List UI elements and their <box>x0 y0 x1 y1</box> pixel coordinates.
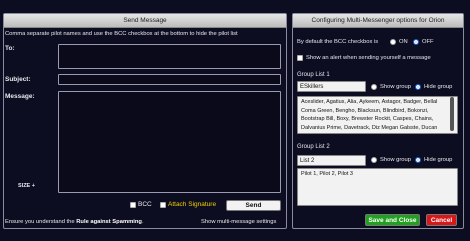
group1-show-label: Show group <box>380 84 411 90</box>
group2-hide-radio[interactable] <box>415 157 421 163</box>
group1-members-field[interactable]: Aceslider, Agatius, Alia, Aykeem, Astago… <box>297 96 458 134</box>
group2-show-radio[interactable] <box>371 157 377 163</box>
send-button[interactable]: Send <box>226 200 281 211</box>
group1-title: Group List 1 <box>297 72 330 78</box>
group2-hide-label: Hide group <box>424 157 453 163</box>
to-label: To: <box>5 45 15 52</box>
group1-name-field[interactable]: ESkillers <box>297 81 366 92</box>
group2-title: Group List 2 <box>297 144 330 150</box>
bcc-off-label: OFF <box>422 39 434 45</box>
instructions-text: Comma separate pilot names and use the B… <box>5 31 238 37</box>
bcc-on-label: ON <box>399 39 408 45</box>
group2-show-label: Show group <box>380 157 411 163</box>
to-field[interactable] <box>58 44 281 69</box>
group1-hide-radio[interactable] <box>415 84 421 90</box>
show-settings-link[interactable]: Show multi-message settings <box>201 219 276 225</box>
footer-text: Ensure you understand the Rule against S… <box>5 219 144 225</box>
group1-members: Aceslider, Agatius, Alia, Aykeem, Astago… <box>301 99 438 131</box>
bcc-off-radio[interactable] <box>413 39 419 45</box>
group1-hide-label: Hide group <box>424 84 453 90</box>
message-field[interactable] <box>58 91 281 193</box>
group1-show-radio[interactable] <box>371 84 377 90</box>
group2-members: Pilot 1, Pilot 2, Pilot 3 <box>301 171 353 177</box>
attach-signature-label: Attach Signature <box>168 201 217 208</box>
group2-name-field[interactable]: List 2 <box>297 155 366 166</box>
rule-link[interactable]: Rule against Spamming <box>76 219 142 225</box>
group2-name: List 2 <box>300 158 315 164</box>
group1-scrollbar[interactable] <box>450 97 454 131</box>
bcc-label: BCC <box>138 201 152 208</box>
subject-field[interactable] <box>58 74 281 85</box>
cancel-button[interactable]: Cancel <box>426 214 457 226</box>
group1-name: ESkillers <box>300 84 324 90</box>
message-label: Message: <box>5 93 35 100</box>
config-header: Configuring Multi-Messenger options for … <box>293 14 463 28</box>
attach-signature-checkbox[interactable] <box>160 202 166 208</box>
send-message-header: Send Message <box>4 14 286 28</box>
footer-post: . <box>141 219 144 225</box>
bcc-on-radio[interactable] <box>390 39 396 45</box>
alert-label: Show an alert when sending yourself a me… <box>306 55 431 61</box>
footer-pre: Ensure you understand the <box>5 219 77 225</box>
save-and-close-button[interactable]: Save and Close <box>365 214 420 226</box>
group2-members-field[interactable]: Pilot 1, Pilot 2, Pilot 3 <box>297 168 458 206</box>
subject-label: Subject: <box>5 76 31 83</box>
bcc-checkbox[interactable] <box>130 202 136 208</box>
alert-checkbox[interactable] <box>297 55 303 61</box>
size-toggle[interactable]: SIZE + <box>18 183 35 189</box>
bcc-default-label: By default the BCC checkbox is <box>297 39 379 45</box>
